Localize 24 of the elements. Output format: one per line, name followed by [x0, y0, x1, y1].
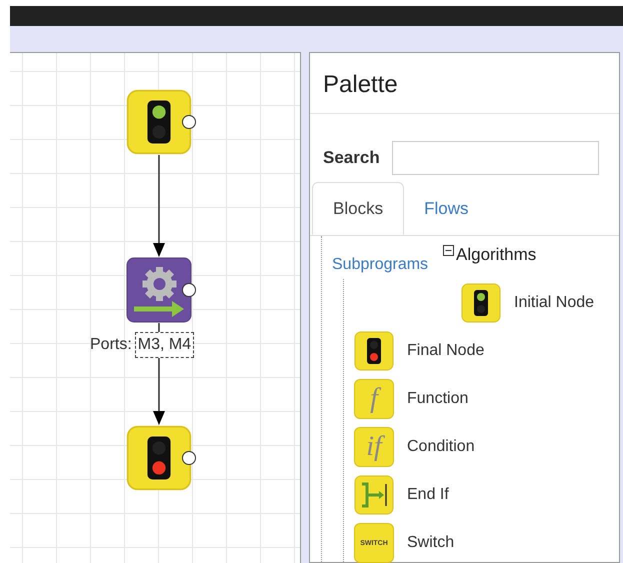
palette-block[interactable]: Function — [407, 387, 468, 411]
palette-block[interactable]: Condition — [407, 435, 475, 459]
search-label: Search — [323, 147, 380, 170]
palette-block[interactable]: End If — [407, 483, 449, 507]
palette-block[interactable]: Initial Node — [514, 291, 594, 315]
tree-item[interactable]: Subprograms — [332, 253, 428, 277]
traffic-light-icon — [461, 283, 501, 323]
ports-value[interactable]: M3, M4 — [134, 332, 194, 358]
traffic-light-node — [126, 425, 192, 491]
end-if-icon — [354, 475, 394, 515]
tree-item[interactable]: Algorithms — [456, 242, 536, 268]
palette-title: Palette — [310, 53, 619, 114]
traffic-light-icon — [354, 331, 394, 371]
function-icon: if — [354, 427, 394, 467]
search-field[interactable] — [392, 141, 599, 175]
palette-block[interactable]: Final Node — [407, 339, 484, 363]
palette-block[interactable]: Switch — [407, 531, 454, 555]
traffic-light-node — [126, 89, 192, 155]
tab[interactable]: Blocks — [312, 182, 404, 235]
tab[interactable]: Flows — [404, 182, 488, 235]
collapse-icon[interactable] — [443, 245, 454, 256]
gear-node[interactable] — [126, 257, 192, 323]
function-icon: f — [354, 379, 394, 419]
ports-label: Ports: — [90, 335, 132, 355]
